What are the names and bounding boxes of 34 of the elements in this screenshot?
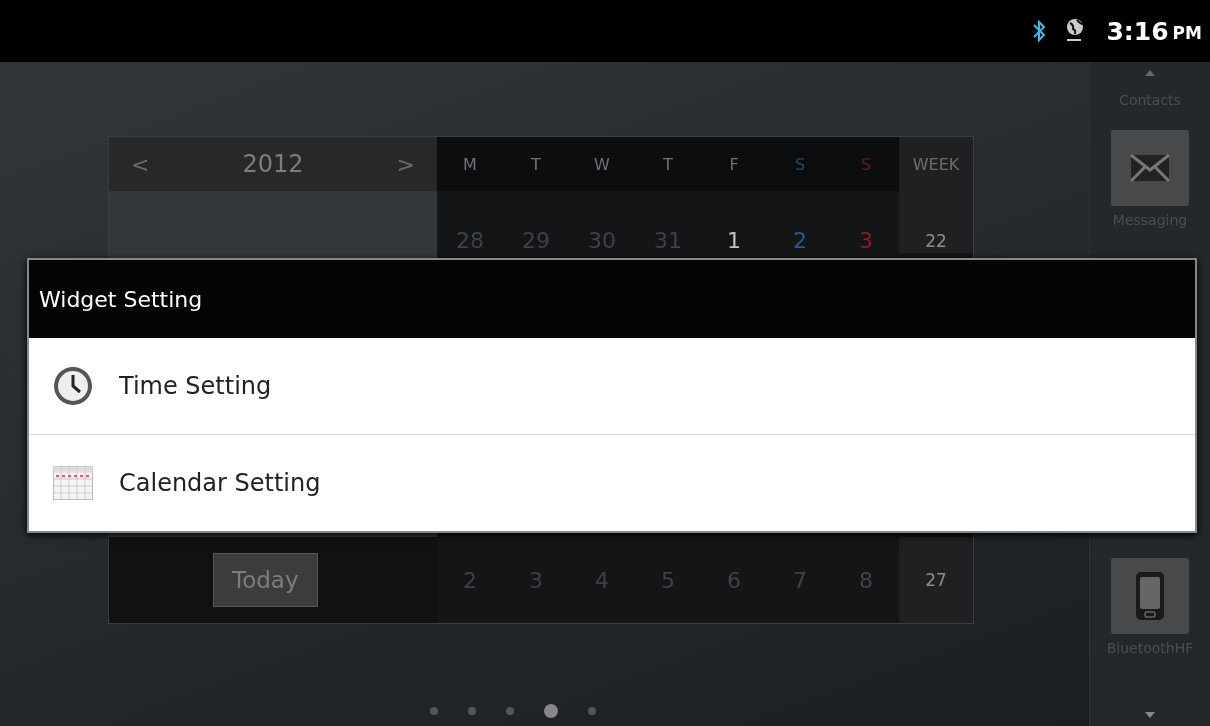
dialog-title: Widget Setting <box>29 260 1195 338</box>
page-indicator-dot[interactable] <box>468 707 476 715</box>
weekday-header: T <box>530 154 542 174</box>
scroll-down-icon[interactable] <box>1145 712 1155 718</box>
year-label: 2012 <box>242 150 304 178</box>
weekday-header: M <box>462 154 478 174</box>
clock-ampm: PM <box>1172 23 1202 43</box>
weekday-header: S <box>859 154 873 174</box>
phone-icon[interactable] <box>1111 558 1189 634</box>
bluetooth-icon <box>1032 19 1047 43</box>
page-indicator-dot[interactable] <box>430 707 438 715</box>
calendar-day[interactable]: 3 <box>833 228 899 253</box>
page-indicator-dot[interactable] <box>506 707 514 715</box>
weekday-header: S <box>793 154 807 174</box>
weekday-header: T <box>662 154 674 174</box>
clock-icon <box>53 366 93 406</box>
week-header: WEEK <box>899 137 973 191</box>
next-year-button[interactable]: > <box>396 151 415 177</box>
envelope-icon[interactable] <box>1111 130 1189 206</box>
clock-time: 3:16 <box>1106 16 1169 46</box>
weekday-header: W <box>593 154 611 174</box>
scroll-up-icon[interactable] <box>1145 70 1155 76</box>
dialog-option[interactable]: Time Setting <box>29 338 1195 434</box>
week-number: 27 <box>899 537 973 623</box>
week-number: 22 <box>899 191 973 253</box>
calendar-day[interactable]: 1 <box>701 228 767 253</box>
today-button[interactable]: Today <box>213 553 318 607</box>
dialog-option[interactable]: Calendar Setting <box>29 434 1195 531</box>
calendar-day[interactable]: 2 <box>767 228 833 253</box>
previous-year-button[interactable]: < <box>131 151 150 177</box>
page-indicator-dot[interactable] <box>588 707 596 715</box>
page-indicator-dot[interactable] <box>544 704 558 718</box>
calendar-icon <box>53 466 93 500</box>
weekday-header: F <box>728 154 740 174</box>
